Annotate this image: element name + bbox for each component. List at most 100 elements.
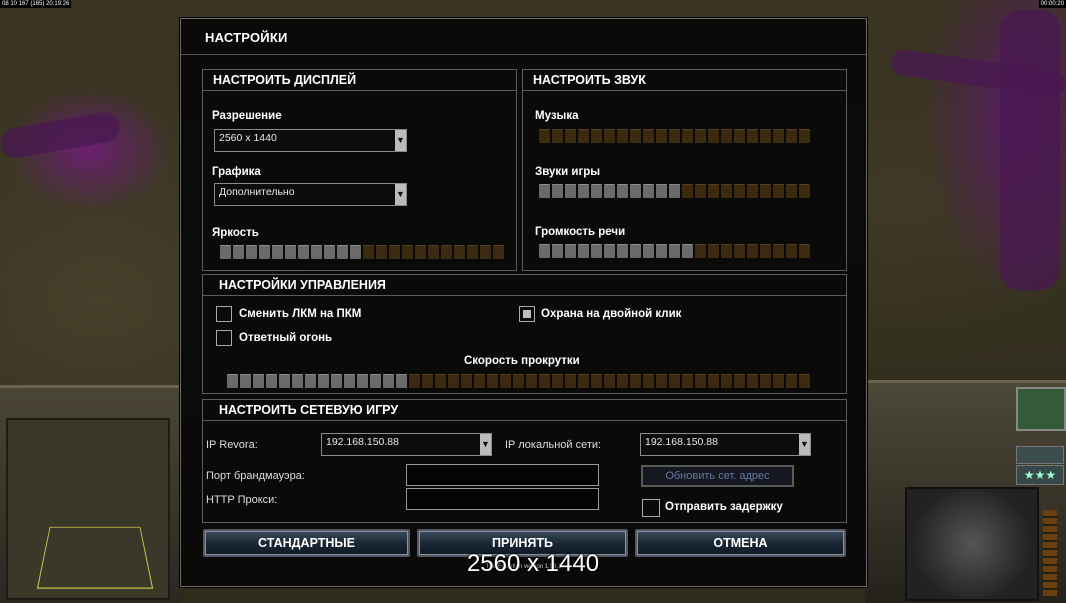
slider-segment[interactable] (552, 184, 563, 198)
sfx-slider[interactable] (539, 184, 810, 198)
slider-segment[interactable] (526, 374, 537, 388)
slider-segment[interactable] (240, 374, 251, 388)
rank-stars-icon[interactable]: ★★★ (1016, 465, 1064, 485)
slider-segment[interactable] (760, 244, 771, 258)
slider-segment[interactable] (305, 374, 316, 388)
slider-segment[interactable] (682, 244, 693, 258)
slider-segment[interactable] (643, 244, 654, 258)
hud-arrow-button[interactable] (1016, 446, 1064, 464)
slider-segment[interactable] (604, 244, 615, 258)
slider-segment[interactable] (357, 374, 368, 388)
slider-segment[interactable] (747, 184, 758, 198)
slider-segment[interactable] (786, 184, 797, 198)
slider-segment[interactable] (565, 374, 576, 388)
slider-segment[interactable] (604, 184, 615, 198)
slider-segment[interactable] (253, 374, 264, 388)
slider-segment[interactable] (786, 244, 797, 258)
slider-segment[interactable] (656, 184, 667, 198)
slider-segment[interactable] (376, 245, 387, 259)
slider-segment[interactable] (578, 374, 589, 388)
slider-segment[interactable] (578, 129, 589, 143)
slider-segment[interactable] (428, 245, 439, 259)
slider-segment[interactable] (656, 244, 667, 258)
slider-segment[interactable] (415, 245, 426, 259)
ip-local-dropdown[interactable]: 192.168.150.88 ▼ (640, 433, 811, 456)
slider-segment[interactable] (513, 374, 524, 388)
slider-segment[interactable] (799, 244, 810, 258)
slider-segment[interactable] (266, 374, 277, 388)
slider-segment[interactable] (643, 184, 654, 198)
slider-segment[interactable] (279, 374, 290, 388)
slider-segment[interactable] (708, 374, 719, 388)
slider-segment[interactable] (643, 129, 654, 143)
slider-segment[interactable] (565, 129, 576, 143)
slider-segment[interactable] (695, 374, 706, 388)
slider-segment[interactable] (656, 129, 667, 143)
slider-segment[interactable] (734, 244, 745, 258)
slider-segment[interactable] (630, 374, 641, 388)
slider-segment[interactable] (734, 374, 745, 388)
slider-segment[interactable] (552, 374, 563, 388)
slider-segment[interactable] (591, 374, 602, 388)
slider-segment[interactable] (363, 245, 374, 259)
slider-segment[interactable] (246, 245, 257, 259)
slider-segment[interactable] (487, 374, 498, 388)
slider-segment[interactable] (708, 244, 719, 258)
slider-segment[interactable] (350, 245, 361, 259)
slider-segment[interactable] (539, 184, 550, 198)
slider-segment[interactable] (708, 129, 719, 143)
slider-segment[interactable] (799, 374, 810, 388)
slider-segment[interactable] (435, 374, 446, 388)
slider-segment[interactable] (552, 129, 563, 143)
slider-segment[interactable] (617, 374, 628, 388)
slider-segment[interactable] (591, 244, 602, 258)
chevron-down-icon[interactable]: ▼ (799, 434, 810, 455)
slider-segment[interactable] (298, 245, 309, 259)
slider-segment[interactable] (500, 374, 511, 388)
slider-segment[interactable] (643, 374, 654, 388)
slider-segment[interactable] (721, 129, 732, 143)
voice-slider[interactable] (539, 244, 810, 258)
slider-segment[interactable] (311, 245, 322, 259)
slider-segment[interactable] (682, 374, 693, 388)
slider-segment[interactable] (799, 129, 810, 143)
slider-segment[interactable] (480, 245, 491, 259)
return-fire-checkbox[interactable] (216, 330, 232, 346)
slider-segment[interactable] (721, 244, 732, 258)
send-delay-checkbox[interactable] (642, 499, 660, 517)
slider-segment[interactable] (656, 374, 667, 388)
slider-segment[interactable] (669, 184, 680, 198)
slider-segment[interactable] (344, 374, 355, 388)
slider-segment[interactable] (669, 374, 680, 388)
slider-segment[interactable] (630, 244, 641, 258)
chevron-down-icon[interactable]: ▼ (395, 130, 406, 151)
http-proxy-input[interactable] (406, 488, 599, 510)
slider-segment[interactable] (233, 245, 244, 259)
chevron-down-icon[interactable]: ▼ (395, 184, 406, 205)
swap-mouse-checkbox[interactable] (216, 306, 232, 322)
scroll-speed-slider[interactable] (227, 374, 810, 388)
slider-segment[interactable] (773, 129, 784, 143)
slider-segment[interactable] (318, 374, 329, 388)
refresh-network-address-button[interactable]: Обновить сет. адрес (641, 465, 794, 487)
guard-dblclick-checkbox[interactable] (519, 306, 535, 322)
slider-segment[interactable] (292, 374, 303, 388)
slider-segment[interactable] (337, 245, 348, 259)
slider-segment[interactable] (708, 184, 719, 198)
slider-segment[interactable] (220, 245, 231, 259)
slider-segment[interactable] (669, 129, 680, 143)
slider-segment[interactable] (773, 374, 784, 388)
slider-segment[interactable] (227, 374, 238, 388)
slider-segment[interactable] (591, 129, 602, 143)
chevron-down-icon[interactable]: ▼ (480, 434, 491, 455)
slider-segment[interactable] (539, 244, 550, 258)
slider-segment[interactable] (383, 374, 394, 388)
slider-segment[interactable] (422, 374, 433, 388)
slider-segment[interactable] (272, 245, 283, 259)
slider-segment[interactable] (591, 184, 602, 198)
brightness-slider[interactable] (220, 245, 504, 259)
ip-revora-dropdown[interactable]: 192.168.150.88 ▼ (321, 433, 492, 456)
slider-segment[interactable] (617, 129, 628, 143)
slider-segment[interactable] (389, 245, 400, 259)
slider-segment[interactable] (324, 245, 335, 259)
